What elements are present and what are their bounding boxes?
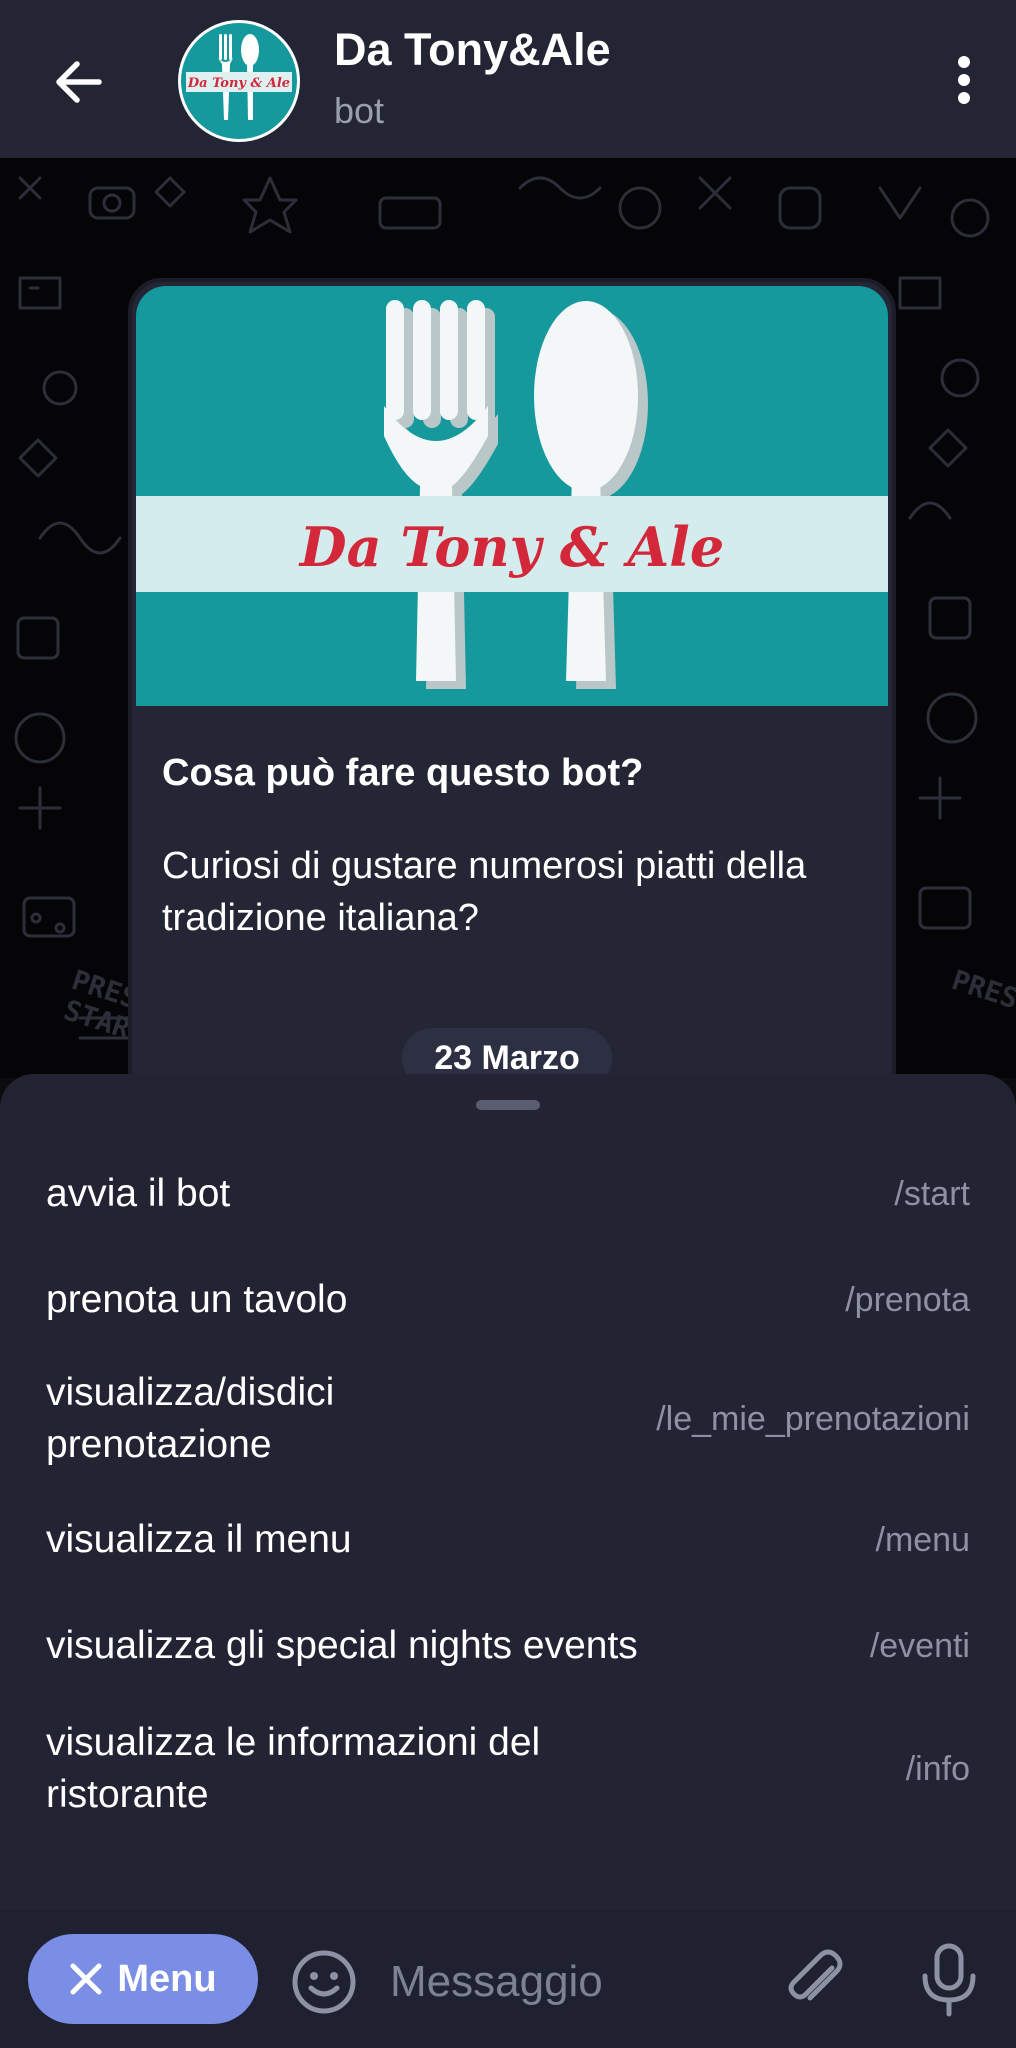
- command-name: /le_mie_prenotazioni: [656, 1399, 970, 1438]
- message-input-bar: Menu: [0, 1910, 1016, 2048]
- command-name: /prenota: [845, 1280, 970, 1319]
- date-separator: 23 Marzo: [402, 1028, 612, 1078]
- svg-text:PRES: PRES: [948, 963, 1016, 1015]
- chat-title[interactable]: Da Tony&Ale: [334, 24, 611, 76]
- more-vertical-icon: [958, 56, 970, 104]
- command-item-menu[interactable]: visualizza il menu /menu: [0, 1502, 1016, 1578]
- command-name: /info: [905, 1749, 970, 1788]
- command-label: visualizza le informazioni del ristorant…: [46, 1721, 541, 1816]
- logo-text: Da Tony & Ale: [187, 76, 290, 91]
- bot-menu-button[interactable]: Menu: [28, 1934, 258, 2024]
- command-label: visualizza il menu: [46, 1518, 352, 1561]
- command-name: /start: [894, 1174, 970, 1213]
- chat-subtitle: bot: [334, 90, 385, 131]
- command-item-info[interactable]: visualizza le informazioni del ristorant…: [0, 1714, 1016, 1824]
- chat-background: PRESS START PRES Da Tony & Ale Cosa può …: [0, 158, 1016, 1078]
- command-label: prenota un tavolo: [46, 1278, 348, 1321]
- command-item-le-mie-prenotazioni[interactable]: visualizza/disdici prenotazione /le_mie_…: [0, 1364, 1016, 1474]
- paperclip-icon: [788, 1949, 843, 2001]
- bot-commands-sheet: avvia il bot /start prenota un tavolo /p…: [0, 1074, 1016, 1910]
- emoji-icon: [292, 1950, 356, 2014]
- command-label: visualizza gli special nights events: [46, 1624, 638, 1667]
- microphone-icon: [922, 1943, 976, 2017]
- voice-message-button[interactable]: [916, 1942, 982, 2020]
- back-button[interactable]: [40, 44, 116, 120]
- command-label: visualizza/disdici prenotazione: [46, 1371, 335, 1466]
- command-item-prenota[interactable]: prenota un tavolo /prenota: [0, 1262, 1016, 1338]
- command-name: /menu: [875, 1520, 971, 1559]
- sheet-drag-handle[interactable]: [476, 1100, 540, 1110]
- close-icon: [70, 1963, 102, 1995]
- bot-info-heading: Cosa può fare questo bot?: [162, 752, 644, 794]
- cover-logo-text: Da Tony & Ale: [298, 515, 724, 579]
- menu-button-label: Menu: [117, 1957, 217, 2000]
- command-item-start[interactable]: avvia il bot /start: [0, 1156, 1016, 1232]
- restaurant-logo: Da Tony & Ale: [181, 23, 297, 139]
- bot-avatar[interactable]: Da Tony & Ale: [178, 20, 300, 142]
- more-options-button[interactable]: [932, 48, 996, 112]
- arrow-left-icon: [56, 61, 102, 103]
- command-label: avvia il bot: [46, 1172, 231, 1215]
- bot-info-description: Curiosi di gustare numerosi piatti della…: [162, 845, 807, 939]
- command-item-eventi[interactable]: visualizza gli special nights events /ev…: [0, 1608, 1016, 1684]
- emoji-button[interactable]: [290, 1948, 358, 2016]
- fork-spoon-illustration: Da Tony & Ale: [136, 300, 888, 689]
- command-name: /eventi: [869, 1626, 970, 1665]
- attach-button[interactable]: [780, 1946, 850, 2016]
- chat-header: Da Tony & Ale Da Tony&Ale bot: [0, 0, 1016, 158]
- message-input[interactable]: [390, 1950, 740, 2014]
- bot-info-card: Da Tony & Ale Cosa può fare questo bot? …: [128, 278, 896, 1078]
- bot-cover-image: Da Tony & Ale: [136, 286, 888, 706]
